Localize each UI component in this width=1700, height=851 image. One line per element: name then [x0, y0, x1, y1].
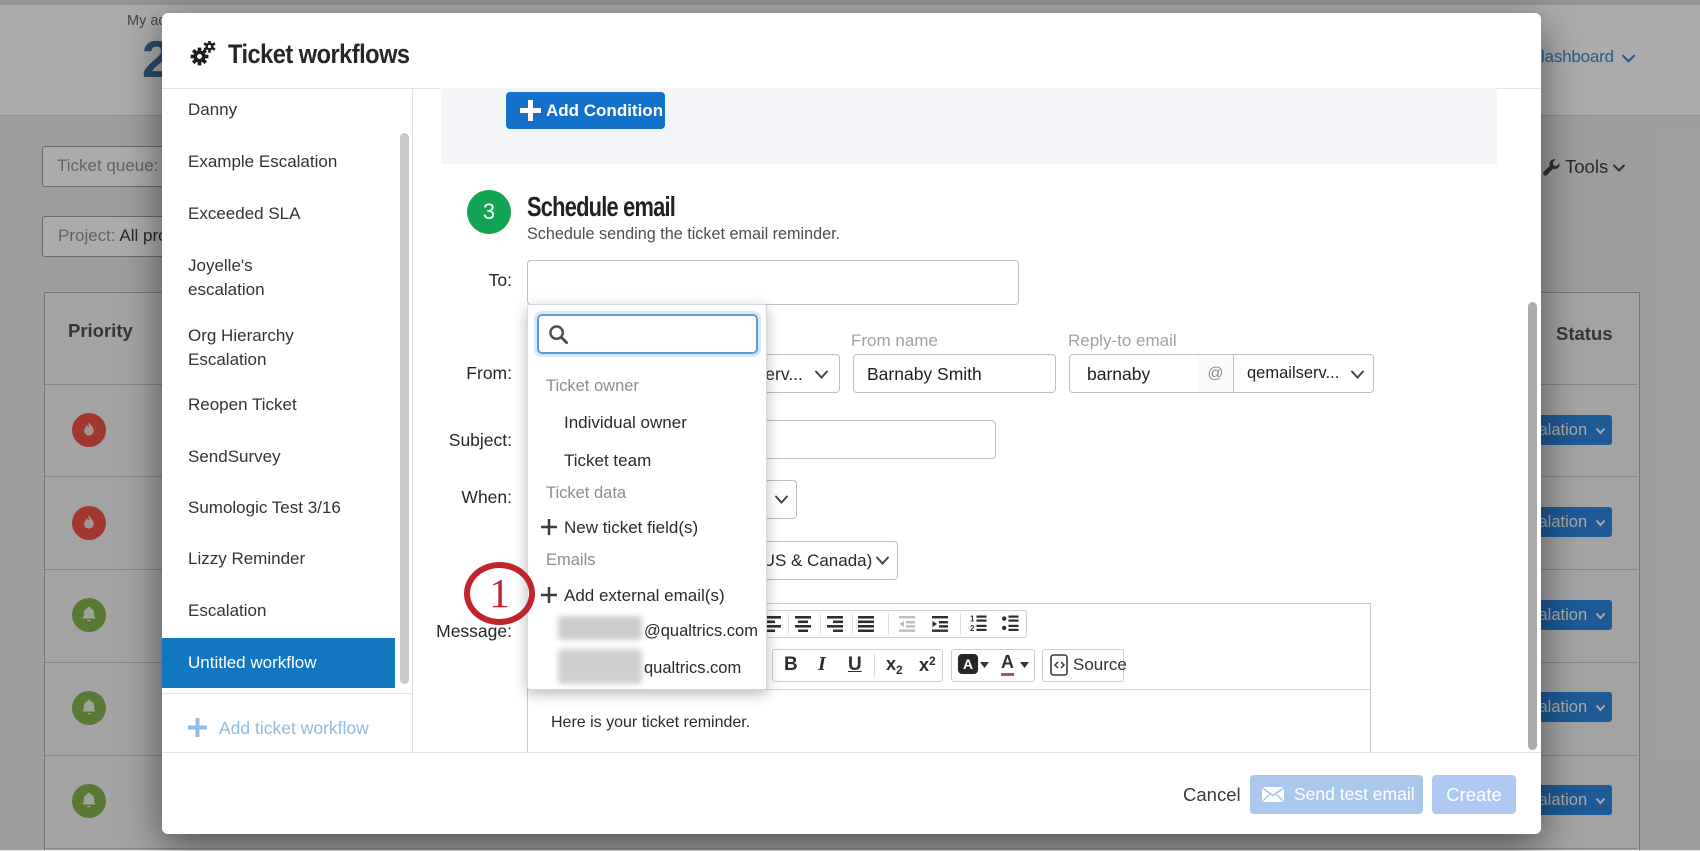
svg-text:2: 2 [970, 624, 975, 632]
svg-text:1: 1 [970, 615, 975, 624]
